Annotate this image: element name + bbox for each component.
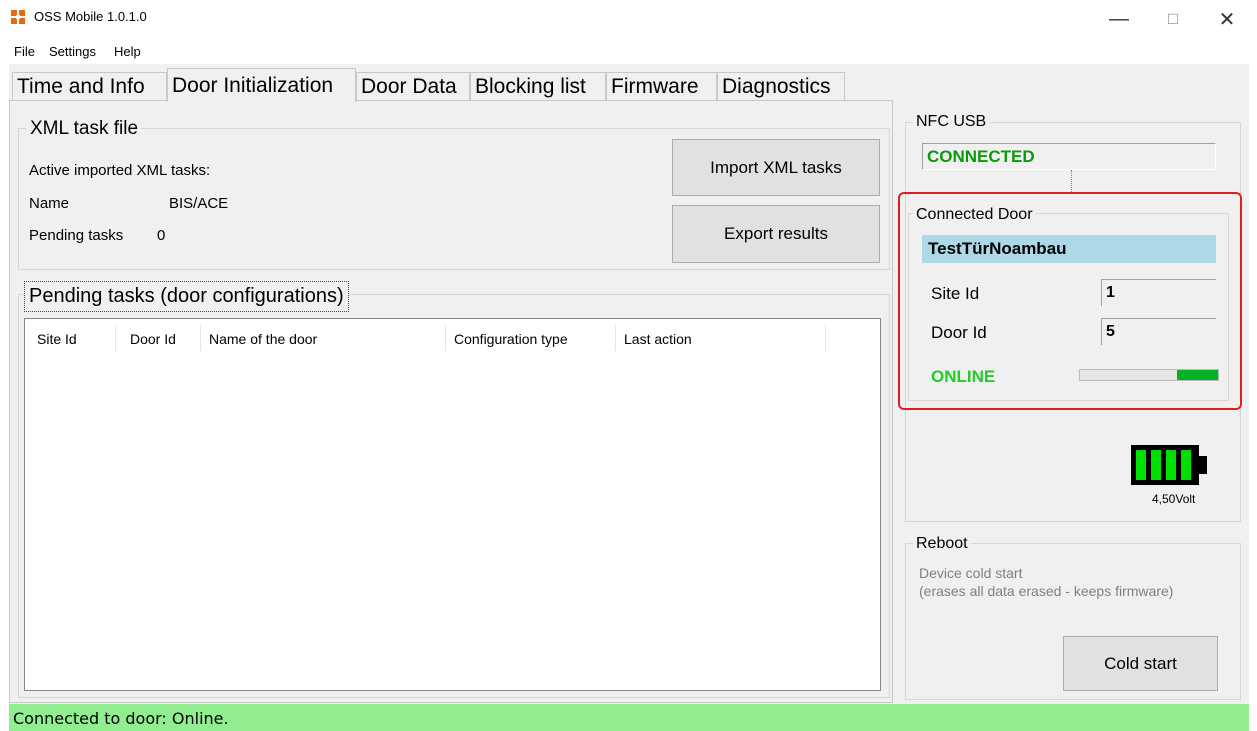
battery-voltage: 4,50Volt	[1152, 492, 1196, 506]
column-door-id[interactable]: Door Id	[130, 331, 176, 347]
nfc-usb-title: NFC USB	[913, 113, 990, 131]
reboot-desc-line2: (erases all data erased - keeps firmware…	[919, 583, 1174, 599]
name-label: Name	[29, 195, 70, 212]
column-separator	[615, 325, 616, 351]
menu-bar: File Settings Help	[0, 38, 1257, 64]
minimize-button[interactable]: —	[1096, 2, 1142, 36]
site-id-label: Site Id	[931, 284, 980, 303]
column-separator	[825, 325, 826, 351]
column-separator	[445, 325, 446, 351]
xml-group-title: XML task file	[27, 118, 142, 140]
status-bar: Connected to door: Online.	[9, 704, 1249, 731]
cold-start-button[interactable]: Cold start	[1063, 636, 1218, 691]
menu-settings[interactable]: Settings	[49, 44, 96, 59]
tab-blocking-list[interactable]: Blocking list	[470, 72, 606, 100]
nfc-focus-line	[1071, 170, 1073, 192]
column-site-id[interactable]: Site Id	[37, 331, 77, 347]
tab-diagnostics[interactable]: Diagnostics	[717, 72, 845, 100]
column-last-action[interactable]: Last action	[624, 331, 692, 347]
pending-tasks-value: 0	[157, 227, 166, 244]
tab-firmware[interactable]: Firmware	[606, 72, 717, 100]
online-status: ONLINE	[931, 367, 996, 386]
import-xml-tasks-button[interactable]: Import XML tasks	[672, 139, 880, 196]
pending-tasks-label: Pending tasks	[29, 227, 124, 244]
title-bar: OSS Mobile 1.0.1.0 — ☐ ✕	[0, 0, 1257, 38]
column-separator	[115, 325, 116, 351]
door-name-field: TestTürNoambau	[922, 235, 1216, 263]
minimize-icon: —	[1109, 7, 1129, 30]
pending-tasks-list[interactable]: Site Id Door Id Name of the door Configu…	[24, 318, 881, 691]
maximize-button[interactable]: ☐	[1150, 2, 1196, 36]
signal-progress-fill	[1177, 370, 1218, 380]
window-title: OSS Mobile 1.0.1.0	[34, 9, 147, 24]
column-configuration-type[interactable]: Configuration type	[454, 331, 568, 347]
close-icon: ✕	[1218, 8, 1236, 31]
reboot-title: Reboot	[913, 535, 971, 553]
menu-file[interactable]: File	[14, 44, 35, 59]
column-separator	[200, 325, 201, 351]
name-value: BIS/ACE	[169, 195, 229, 212]
door-id-field: 5	[1101, 318, 1216, 345]
connected-door-title: Connected Door	[913, 206, 1036, 224]
pending-tasks-title: Pending tasks (door configurations)	[24, 281, 349, 312]
maximize-icon: ☐	[1166, 10, 1180, 27]
site-id-field: 1	[1101, 279, 1216, 306]
nfc-status-field: CONNECTED	[922, 143, 1216, 170]
status-bar-text: Connected to door: Online.	[13, 709, 229, 728]
reboot-desc-line1: Device cold start	[919, 565, 1023, 581]
active-tasks-label: Active imported XML tasks:	[29, 162, 211, 179]
tab-door-initialization[interactable]: Door Initialization	[167, 68, 356, 102]
export-results-button[interactable]: Export results	[672, 205, 880, 263]
battery-icon	[1131, 445, 1207, 485]
tab-time-and-info[interactable]: Time and Info	[12, 72, 167, 100]
signal-progress-bar	[1079, 369, 1219, 381]
close-button[interactable]: ✕	[1204, 2, 1250, 36]
door-id-label: Door Id	[931, 323, 987, 342]
column-name-of-door[interactable]: Name of the door	[209, 331, 317, 347]
menu-help[interactable]: Help	[114, 44, 141, 59]
app-icon	[11, 10, 25, 24]
tab-door-data[interactable]: Door Data	[356, 72, 470, 100]
